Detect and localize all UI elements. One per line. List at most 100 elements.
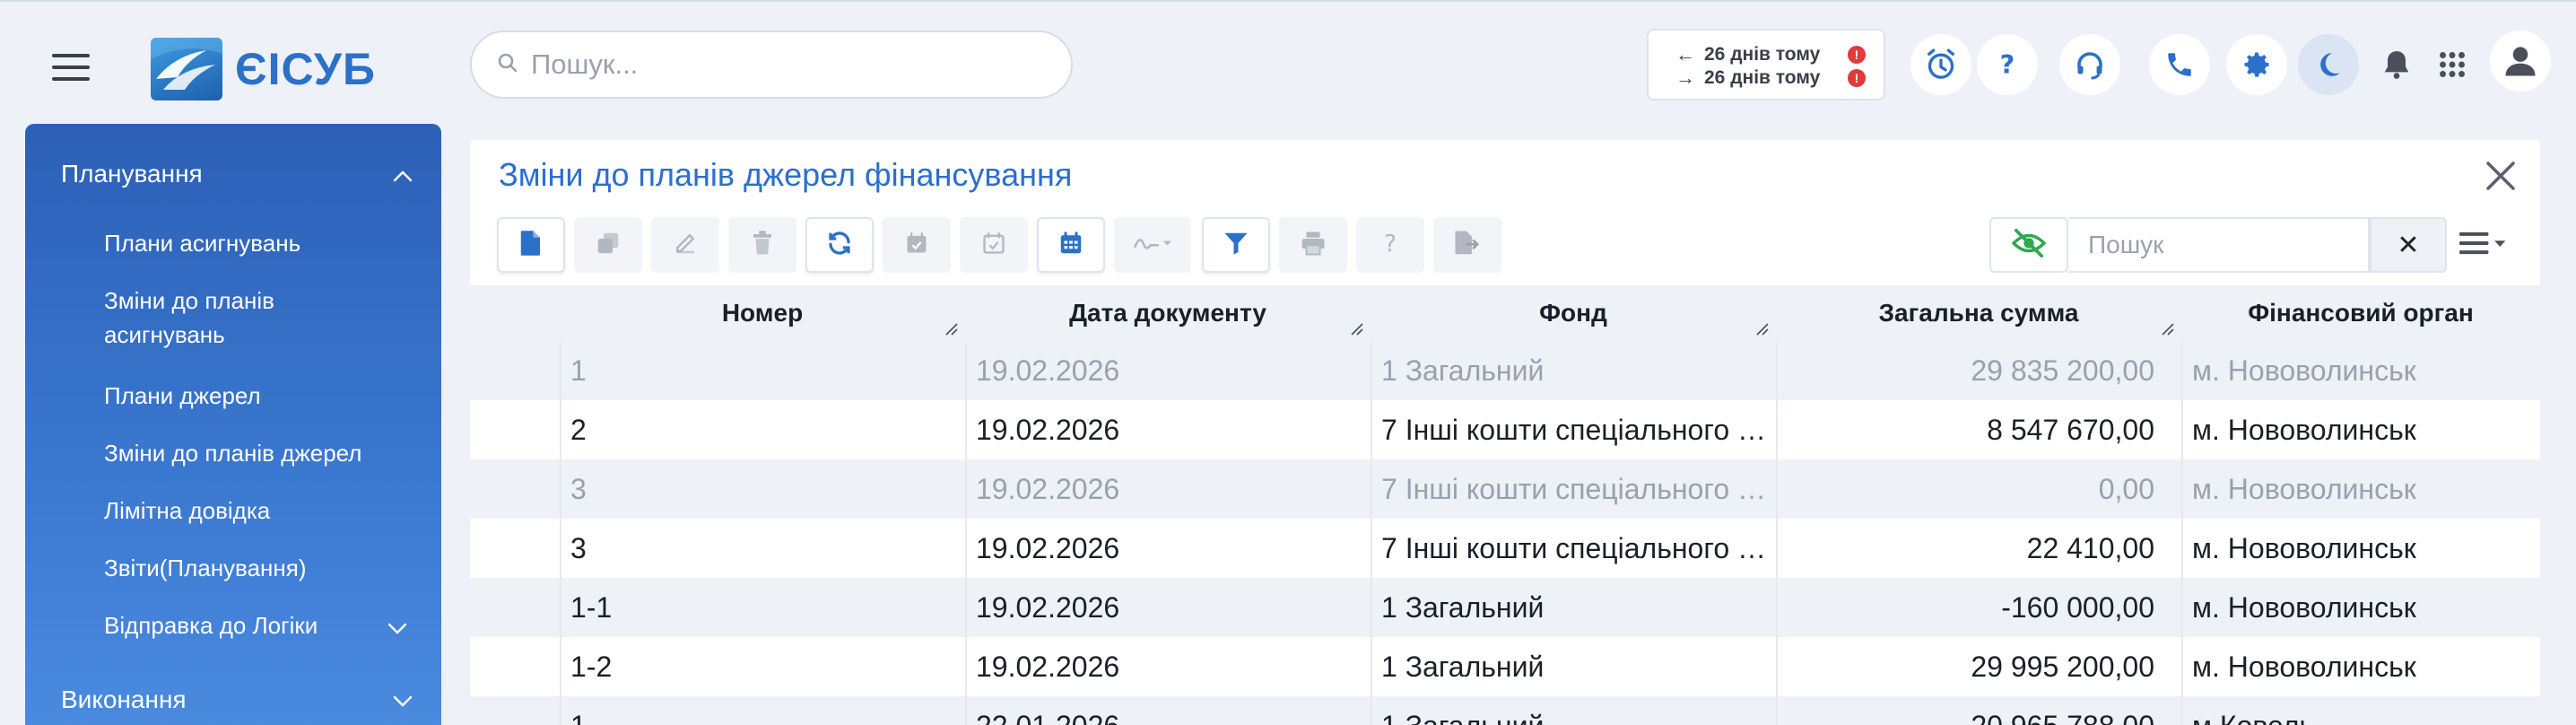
table-row[interactable]: 1 19.02.2026 1 Загальний 29 835 200,00 м…	[470, 341, 2540, 400]
calendar-done-icon	[981, 231, 1006, 260]
column-resize-handle-icon[interactable]	[2162, 323, 2174, 336]
cell-date[interactable]: 19.02.2026	[965, 341, 1371, 400]
toggle-hidden-button[interactable]	[1989, 217, 2068, 273]
user-avatar-icon[interactable]	[2490, 31, 2551, 92]
table-row[interactable]: 1-2 19.02.2026 1 Загальний 29 995 200,00…	[470, 637, 2540, 696]
cell-date[interactable]: 19.02.2026	[965, 637, 1371, 696]
chevron-down-icon[interactable]	[387, 623, 407, 640]
close-icon[interactable]	[2481, 156, 2520, 196]
column-header-number[interactable]: Номер	[560, 285, 965, 341]
notifications-bell-icon[interactable]	[2366, 34, 2427, 95]
column-header-financial-body[interactable]: Фінансовий орган	[2181, 285, 2540, 341]
column-header-fund[interactable]: Фонд	[1371, 285, 1776, 341]
table-search[interactable]	[2068, 217, 2370, 273]
sync-status[interactable]: ← 26 днів тому ! → 26 днів тому !	[1647, 29, 1885, 100]
cell-amount[interactable]: 8 547 670,00	[1776, 400, 2181, 459]
cell-fund[interactable]: 7 Інші кошти спеціального фонду	[1371, 519, 1776, 578]
sidebar-item-allocation-plan-changes[interactable]: Зміни до планів асигнувань	[104, 284, 400, 352]
help-button[interactable]: ?	[1356, 217, 1424, 273]
cell-date[interactable]: 22.01.2026	[965, 696, 1371, 725]
dark-mode-moon-icon[interactable]	[2298, 34, 2359, 95]
cell-financial-body[interactable]: м. Нововолинськ	[2181, 341, 2540, 400]
calendar-check-button[interactable]	[883, 217, 951, 273]
cell-date[interactable]: 19.02.2026	[965, 400, 1371, 459]
support-headset-icon[interactable]	[2059, 34, 2120, 95]
edit-button[interactable]	[651, 217, 719, 273]
cell-fund[interactable]: 1 Загальний	[1371, 341, 1776, 400]
table-search-input[interactable]	[2088, 231, 2348, 259]
cell-number[interactable]: 1	[560, 341, 965, 400]
help-icon[interactable]: ?	[1977, 34, 2038, 95]
cell-date[interactable]: 19.02.2026	[965, 519, 1371, 578]
cell-date[interactable]: 19.02.2026	[965, 459, 1371, 519]
cell-number[interactable]: 3	[560, 519, 965, 578]
arrow-left-icon: ←	[1675, 43, 1695, 66]
print-button[interactable]	[1279, 217, 1347, 273]
new-document-button[interactable]	[497, 217, 565, 273]
cell-fund[interactable]: 1 Загальний	[1371, 637, 1776, 696]
columns-menu-button[interactable]	[2459, 224, 2522, 266]
cell-amount[interactable]: 0,00	[1776, 459, 2181, 519]
export-button[interactable]	[1433, 217, 1501, 273]
cell-amount[interactable]: -160 000,00	[1776, 578, 2181, 637]
cell-amount[interactable]: 29 995 200,00	[1776, 637, 2181, 696]
filter-icon	[1223, 230, 1249, 261]
column-resize-handle-icon[interactable]	[945, 323, 958, 336]
column-header-document-date[interactable]: Дата документу	[965, 285, 1371, 341]
app-logo[interactable]: ЄІСУБ	[151, 38, 376, 100]
calendar-button[interactable]	[1037, 217, 1105, 273]
copy-button[interactable]	[574, 217, 642, 273]
table-row[interactable]: 3 19.02.2026 7 Інші кошти спеціального ф…	[470, 459, 2540, 519]
cell-fund[interactable]: 1 Загальний	[1371, 578, 1776, 637]
cell-number[interactable]: 2	[560, 400, 965, 459]
cell-financial-body[interactable]: м. Нововолинськ	[2181, 400, 2540, 459]
main-panel: Зміни до планів джерел фінансування ? По…	[470, 140, 2540, 725]
column-resize-handle-icon[interactable]	[1756, 323, 1769, 336]
apps-grid-icon[interactable]	[2422, 34, 2483, 95]
cell-number[interactable]: 1-1	[560, 578, 965, 637]
cell-number[interactable]: 1	[560, 696, 965, 725]
table-row[interactable]: 1-1 19.02.2026 1 Загальний -160 000,00 м…	[470, 578, 2540, 637]
filter-button[interactable]	[1202, 217, 1270, 273]
sidebar-item-send-to-logika[interactable]: Відправка до Логіки	[104, 608, 400, 642]
column-resize-handle-icon[interactable]	[1351, 323, 1363, 336]
phone-icon[interactable]	[2149, 34, 2210, 95]
cell-number[interactable]: 1-2	[560, 637, 965, 696]
signature-button[interactable]	[1114, 217, 1191, 273]
calendar-done-button[interactable]	[960, 217, 1028, 273]
cell-fund[interactable]: 7 Інші кошти спеціального фонду	[1371, 400, 1776, 459]
alarm-clock-icon[interactable]	[1910, 34, 1971, 95]
search-input[interactable]	[531, 48, 1033, 81]
cell-financial-body[interactable]: м. Нововолинськ	[2181, 459, 2540, 519]
settings-gear-icon[interactable]	[2226, 34, 2287, 95]
svg-text:?: ?	[2000, 50, 2015, 80]
cell-amount[interactable]: 22 410,00	[1776, 519, 2181, 578]
calendar-check-icon	[904, 231, 929, 260]
column-header-total-amount[interactable]: Загальна сумма	[1776, 285, 2181, 341]
table-row[interactable]: 2 19.02.2026 7 Інші кошти спеціального ф…	[470, 400, 2540, 459]
table-row[interactable]: 3 19.02.2026 7 Інші кошти спеціального ф…	[470, 519, 2540, 578]
global-search[interactable]	[470, 31, 1073, 99]
sidebar-section-execution[interactable]: Виконання	[61, 686, 413, 714]
sidebar-item-source-plans[interactable]: Плани джерел	[104, 379, 400, 413]
cell-amount[interactable]: 29 835 200,00	[1776, 341, 2181, 400]
cell-financial-body[interactable]: м. Нововолинськ	[2181, 578, 2540, 637]
clear-search-button[interactable]: ✕	[2370, 217, 2447, 273]
cell-fund[interactable]: 1 Загальний	[1371, 696, 1776, 725]
menu-toggle-icon[interactable]	[52, 54, 90, 81]
table-row[interactable]: 1 22.01.2026 1 Загальний 20 965 788,00 м…	[470, 696, 2540, 725]
sidebar-item-planning-reports[interactable]: Звіти(Планування)	[104, 551, 400, 585]
cell-financial-body[interactable]: м. Нововолинськ	[2181, 519, 2540, 578]
sidebar-item-source-plan-changes[interactable]: Зміни до планів джерел	[104, 436, 400, 470]
cell-financial-body[interactable]: м. Нововолинськ	[2181, 637, 2540, 696]
cell-number[interactable]: 3	[560, 459, 965, 519]
sidebar-item-allocation-plans[interactable]: Плани асигнувань	[104, 226, 400, 260]
delete-button[interactable]	[728, 217, 796, 273]
refresh-button[interactable]	[805, 217, 874, 273]
sidebar-item-limit-reference[interactable]: Лімітна довідка	[104, 494, 400, 528]
cell-amount[interactable]: 20 965 788,00	[1776, 696, 2181, 725]
cell-financial-body[interactable]: м.Ковель	[2181, 696, 2540, 725]
cell-fund[interactable]: 7 Інші кошти спеціального фонду	[1371, 459, 1776, 519]
cell-date[interactable]: 19.02.2026	[965, 578, 1371, 637]
sidebar-section-planning[interactable]: Планування	[61, 160, 413, 188]
